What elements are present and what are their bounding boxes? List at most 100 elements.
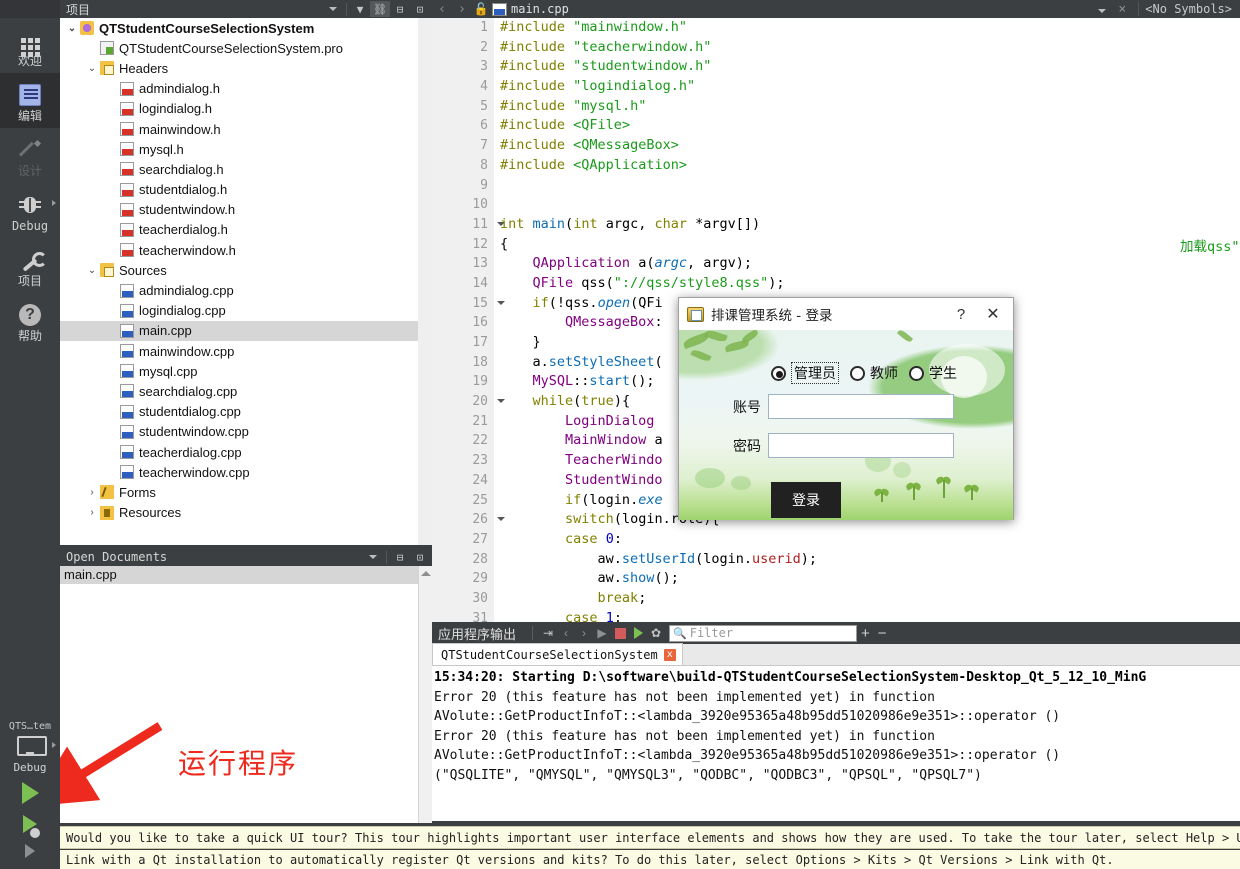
- tree-item[interactable]: mysql.cpp: [60, 361, 418, 381]
- close-button[interactable]: ✕: [977, 299, 1009, 329]
- tree-item[interactable]: studentwindow.h: [60, 200, 418, 220]
- tree-item[interactable]: QTStudentCourseSelectionSystem.pro: [60, 38, 418, 58]
- tree-item[interactable]: searchdialog.h: [60, 159, 418, 179]
- question-circle-icon: ?: [0, 300, 60, 328]
- wrap-lines-icon[interactable]: ⇥: [539, 624, 557, 642]
- run-icon[interactable]: ▶: [593, 624, 611, 642]
- chevron-right-icon[interactable]: ›: [84, 487, 100, 498]
- run-button[interactable]: [0, 778, 60, 811]
- close-icon[interactable]: x: [664, 649, 676, 661]
- chevron-down-icon[interactable]: ⌄: [84, 63, 100, 74]
- line-number: 8: [432, 156, 494, 176]
- tree-item[interactable]: studentdialog.cpp: [60, 402, 418, 422]
- tree-item-label: Sources: [119, 263, 167, 278]
- dialog-title-bar[interactable]: 排课管理系统 - 登录 ? ✕: [679, 298, 1013, 330]
- mode-projects-label: 项目: [0, 274, 60, 289]
- build-button[interactable]: [0, 840, 60, 865]
- chevron-down-icon[interactable]: ⌄: [84, 265, 100, 276]
- kit-selector[interactable]: QTS…tem Debug: [0, 719, 60, 869]
- filter-icon[interactable]: ▼: [350, 1, 370, 17]
- nav-forward-icon[interactable]: ›: [452, 2, 472, 17]
- line-number: 19: [432, 372, 494, 392]
- settings-gear-icon[interactable]: ✿: [647, 624, 665, 642]
- password-input[interactable]: [768, 433, 954, 458]
- line-number: 28: [432, 550, 494, 570]
- tree-item[interactable]: admindialog.h: [60, 79, 418, 99]
- tree-item[interactable]: ⌄Headers: [60, 58, 418, 78]
- tree-item[interactable]: teacherwindow.cpp: [60, 462, 418, 482]
- ui-tour-banner[interactable]: Would you like to take a quick UI tour? …: [60, 826, 1240, 849]
- kit-build-config-label: Debug: [0, 759, 60, 778]
- list-item[interactable]: main.cpp: [60, 566, 418, 584]
- nav-back-icon[interactable]: ‹: [432, 2, 452, 17]
- chevron-down-icon[interactable]: [1092, 2, 1112, 17]
- tree-item[interactable]: logindialog.h: [60, 99, 418, 119]
- symbol-selector[interactable]: <No Symbols>: [1145, 2, 1232, 16]
- tree-item[interactable]: ›Forms: [60, 482, 418, 502]
- tree-item[interactable]: searchdialog.cpp: [60, 381, 418, 401]
- tree-item[interactable]: ⌄ Sources: [60, 260, 418, 280]
- tree-item[interactable]: main.cpp: [60, 321, 418, 341]
- zoom-in-button[interactable]: +: [857, 625, 874, 642]
- mode-design[interactable]: 设计: [0, 128, 60, 183]
- radio-admin[interactable]: 管理员: [771, 362, 839, 384]
- tree-item[interactable]: mainwindow.h: [60, 119, 418, 139]
- unlock-icon[interactable]: 🔓: [472, 2, 490, 16]
- grid-icon: [0, 25, 60, 53]
- username-input[interactable]: [768, 394, 954, 419]
- split-icon[interactable]: ⊟: [390, 1, 410, 17]
- line-number: 15: [432, 294, 494, 314]
- mode-welcome[interactable]: 欢迎: [0, 18, 60, 73]
- editor-filename[interactable]: main.cpp: [511, 2, 569, 16]
- tree-item[interactable]: studentdialog.h: [60, 180, 418, 200]
- zoom-out-button[interactable]: −: [874, 625, 891, 642]
- filter-input[interactable]: 🔍 Filter: [669, 625, 857, 642]
- code-line: case 0:: [500, 530, 1240, 550]
- kit-icon-row[interactable]: [0, 732, 60, 759]
- tree-item[interactable]: teacherdialog.cpp: [60, 442, 418, 462]
- debug-button[interactable]: [0, 811, 60, 840]
- chevron-down-icon[interactable]: ⌄: [64, 23, 80, 34]
- link-icon[interactable]: ⛓: [370, 1, 390, 17]
- hfile-icon: [120, 243, 134, 257]
- tree-item[interactable]: mainwindow.cpp: [60, 341, 418, 361]
- tree-item[interactable]: teacherdialog.h: [60, 220, 418, 240]
- tree-item[interactable]: teacherwindow.h: [60, 240, 418, 260]
- output-log[interactable]: 15:34:20: Starting D:\software\build-QTS…: [432, 666, 1240, 821]
- tree-item[interactable]: admindialog.cpp: [60, 280, 418, 300]
- chevron-down-icon[interactable]: [363, 549, 383, 565]
- tree-item-label: teacherdialog.h: [139, 222, 228, 237]
- project-file-tree[interactable]: ⌄QTStudentCourseSelectionSystemQTStudent…: [60, 18, 418, 545]
- tree-scrollbar-track[interactable]: [418, 18, 432, 545]
- close-panel-icon[interactable]: ⊡: [410, 549, 430, 565]
- prev-item-icon[interactable]: ‹: [557, 624, 575, 642]
- line-number: 18: [432, 353, 494, 373]
- tree-item[interactable]: ⌄QTStudentCourseSelectionSystem: [60, 18, 418, 38]
- login-dialog[interactable]: 排课管理系统 - 登录 ? ✕: [678, 297, 1014, 520]
- tab-qtstudentcourseselectionsystem[interactable]: QTStudentCourseSelectionSystem x: [432, 643, 683, 665]
- tree-item[interactable]: logindialog.cpp: [60, 301, 418, 321]
- close-icon[interactable]: ×: [1112, 2, 1132, 17]
- cfile-icon: [120, 284, 134, 298]
- chevron-right-icon[interactable]: ›: [84, 507, 100, 518]
- help-button[interactable]: ?: [945, 299, 977, 329]
- tree-item[interactable]: studentwindow.cpp: [60, 422, 418, 442]
- split-icon[interactable]: ⊟: [390, 549, 410, 565]
- tree-item[interactable]: mysql.h: [60, 139, 418, 159]
- stop-icon[interactable]: [611, 624, 629, 642]
- login-submit-button[interactable]: 登录: [771, 482, 841, 518]
- mode-help[interactable]: ? 帮助: [0, 293, 60, 348]
- chevron-down-icon[interactable]: [323, 1, 343, 17]
- mode-projects[interactable]: 项目: [0, 238, 60, 293]
- qt-link-banner[interactable]: Link with a Qt installation to automatic…: [60, 850, 1240, 869]
- radio-teacher[interactable]: 教师: [850, 363, 898, 383]
- mode-debug[interactable]: Debug: [0, 183, 60, 238]
- role-radio-group[interactable]: 管理员 教师 学生: [771, 362, 957, 384]
- next-item-icon[interactable]: ›: [575, 624, 593, 642]
- tree-item[interactable]: ›Resources: [60, 503, 418, 523]
- scroll-up-icon[interactable]: [421, 571, 431, 576]
- close-panel-icon[interactable]: ⊡: [410, 1, 430, 17]
- rerun-icon[interactable]: [629, 624, 647, 642]
- mode-edit[interactable]: 编辑: [0, 73, 60, 128]
- radio-student[interactable]: 学生: [909, 363, 957, 383]
